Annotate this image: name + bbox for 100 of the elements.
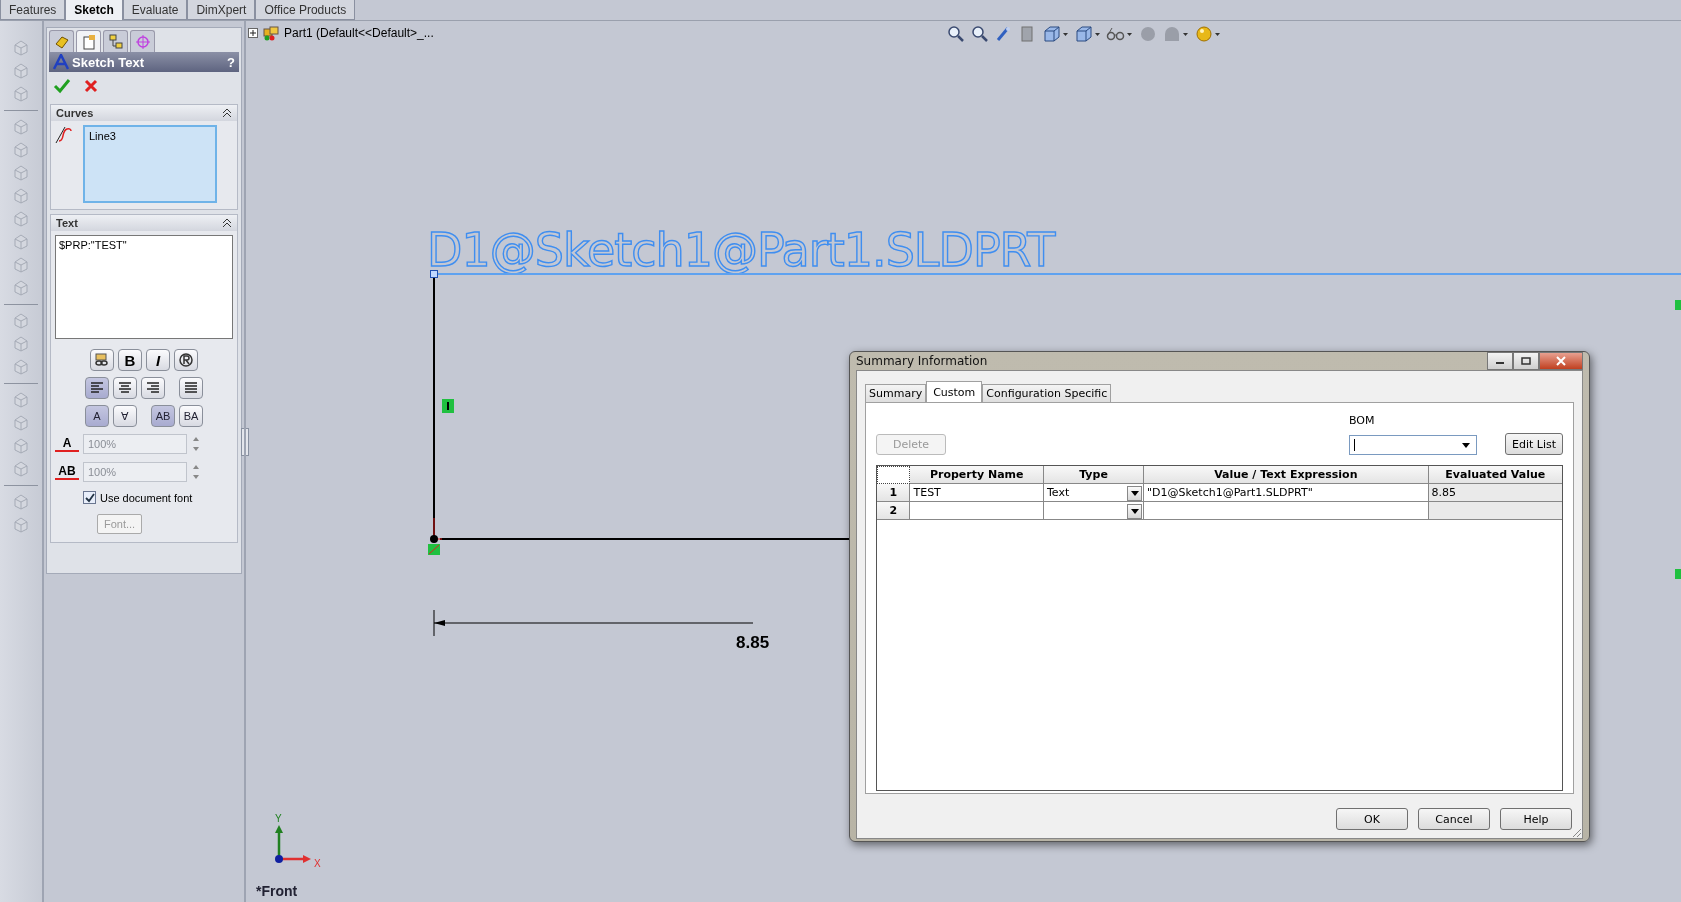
sphere-icon[interactable] — [1194, 25, 1222, 43]
command-tab[interactable]: Sketch — [65, 0, 123, 20]
dialog-button[interactable]: Cancel — [1418, 808, 1490, 830]
close-button[interactable] — [1539, 352, 1583, 370]
dropdown-arrow-button[interactable] — [1127, 504, 1143, 519]
dropdown-arrow-button[interactable] — [1127, 486, 1143, 501]
ok-check-icon[interactable] — [53, 78, 71, 94]
minimize-button[interactable] — [1487, 352, 1513, 370]
properties-icon — [80, 33, 97, 50]
spacing-label: AB — [55, 464, 79, 480]
relation-marker-icon — [1675, 569, 1681, 579]
curve-icon — [55, 125, 73, 145]
cube-icon[interactable] — [1042, 25, 1070, 43]
zoom-icon[interactable] — [970, 25, 990, 43]
text-field[interactable]: $PRP:"TEST" — [55, 235, 233, 339]
crosshair-icon — [134, 33, 151, 50]
caret-icon — [1130, 491, 1139, 496]
orientation-button[interactable]: A — [85, 405, 109, 427]
table-cell[interactable]: TEST — [910, 484, 1044, 502]
collapse-icon[interactable] — [222, 108, 232, 118]
panel-tab[interactable] — [76, 30, 101, 52]
link-icon — [94, 353, 110, 367]
tree-root-item[interactable]: Part1 (Default<<Default>_... — [284, 26, 434, 40]
view-name: *Front — [256, 883, 298, 899]
panel-tab[interactable] — [103, 30, 128, 52]
command-tab[interactable]: Features — [0, 0, 66, 20]
command-tab[interactable]: Evaluate — [122, 0, 188, 20]
resize-grip-icon[interactable] — [1570, 826, 1582, 838]
align-icon — [117, 381, 133, 395]
text-a-icon — [53, 54, 69, 70]
column-header[interactable]: Value / Text Expression — [1144, 466, 1429, 484]
column-header[interactable]: Property Name — [910, 466, 1044, 484]
link-button[interactable] — [90, 349, 114, 371]
row-header[interactable]: 2 — [877, 502, 911, 520]
orientation-button[interactable]: AB — [151, 405, 175, 427]
axis-label: X — [314, 858, 321, 869]
type-value: Text — [1046, 486, 1070, 499]
panel-title: Sketch Text — [72, 54, 145, 70]
dialog-tab[interactable]: Configuration Specific — [982, 384, 1112, 402]
caret-icon — [1130, 509, 1139, 514]
part-icon — [262, 25, 280, 41]
bold-button[interactable]: B — [118, 349, 142, 371]
column-header[interactable]: Evaluated Value — [1428, 466, 1562, 484]
align-button[interactable] — [113, 377, 137, 399]
panel-resize-handle[interactable] — [241, 428, 249, 456]
zoom-icon[interactable] — [946, 25, 966, 43]
type-dropdown[interactable]: Text — [1043, 484, 1145, 502]
panel-tab[interactable] — [130, 30, 155, 52]
table-cell[interactable] — [1144, 502, 1429, 520]
collapse-icon[interactable] — [222, 218, 232, 228]
curve-item[interactable]: Line3 — [89, 130, 116, 142]
align-button[interactable] — [85, 377, 109, 399]
table-cell[interactable] — [910, 502, 1044, 520]
group-title: Text — [56, 217, 78, 229]
origin-drawing — [425, 515, 443, 555]
caret-icon — [1461, 442, 1470, 448]
dialog-button[interactable]: Help — [1500, 808, 1572, 830]
align-button[interactable] — [141, 377, 165, 399]
align-icon — [89, 381, 105, 395]
bom-dropdown[interactable] — [1348, 435, 1477, 455]
glasses-icon[interactable] — [1106, 25, 1134, 43]
bom-label: BOM — [1348, 414, 1376, 427]
dialog-tab[interactable]: Summary — [865, 384, 927, 402]
dialog-title: Summary Information — [856, 354, 988, 368]
checkbox-label: Use document font — [100, 491, 193, 504]
cube-icon[interactable] — [1074, 25, 1102, 43]
maximize-button[interactable] — [1513, 352, 1539, 370]
column-header[interactable]: Type — [1043, 466, 1145, 484]
group-header[interactable]: Curves — [51, 105, 237, 121]
group-title: Curves — [56, 107, 94, 119]
vertical-relation-icon — [442, 399, 454, 413]
row-header[interactable]: 1 — [877, 484, 911, 502]
table-cell: 8.85 — [1428, 484, 1562, 502]
close-icon — [1555, 356, 1567, 366]
rotate-button[interactable] — [174, 349, 198, 371]
dialog-button[interactable]: OK — [1336, 808, 1408, 830]
dialog-tab[interactable]: Custom — [926, 381, 983, 402]
axis-label: Y — [275, 813, 282, 824]
cancel-x-icon[interactable] — [83, 78, 99, 94]
width-label: A — [55, 436, 79, 452]
relation-marker-icon — [1675, 300, 1681, 310]
edit-list-button[interactable]: Edit List — [1504, 433, 1563, 455]
align-button[interactable] — [179, 377, 203, 399]
orientation-button[interactable]: ∀ — [113, 405, 137, 427]
italic-button[interactable]: I — [146, 349, 170, 371]
help-mark[interactable]: ? — [227, 54, 235, 70]
group-header[interactable]: Text — [51, 215, 237, 231]
command-tab[interactable]: Office Products — [255, 0, 356, 20]
expand-icon[interactable] — [248, 28, 258, 38]
command-tab[interactable]: DimXpert — [187, 0, 256, 20]
checkbox[interactable] — [83, 491, 96, 504]
align-icon — [183, 381, 199, 395]
dimension-value[interactable]: 8.85 — [736, 633, 770, 653]
maximize-icon — [1521, 357, 1531, 365]
curves-list[interactable]: Line3 — [83, 125, 217, 203]
configuration-icon — [107, 33, 124, 50]
table-cell[interactable]: "D1@Sketch1@Part1.SLDPRT" — [1144, 484, 1429, 502]
ball-icon[interactable] — [1138, 25, 1158, 43]
orientation-button[interactable]: BA — [179, 405, 203, 427]
panel-tab[interactable] — [49, 30, 74, 52]
